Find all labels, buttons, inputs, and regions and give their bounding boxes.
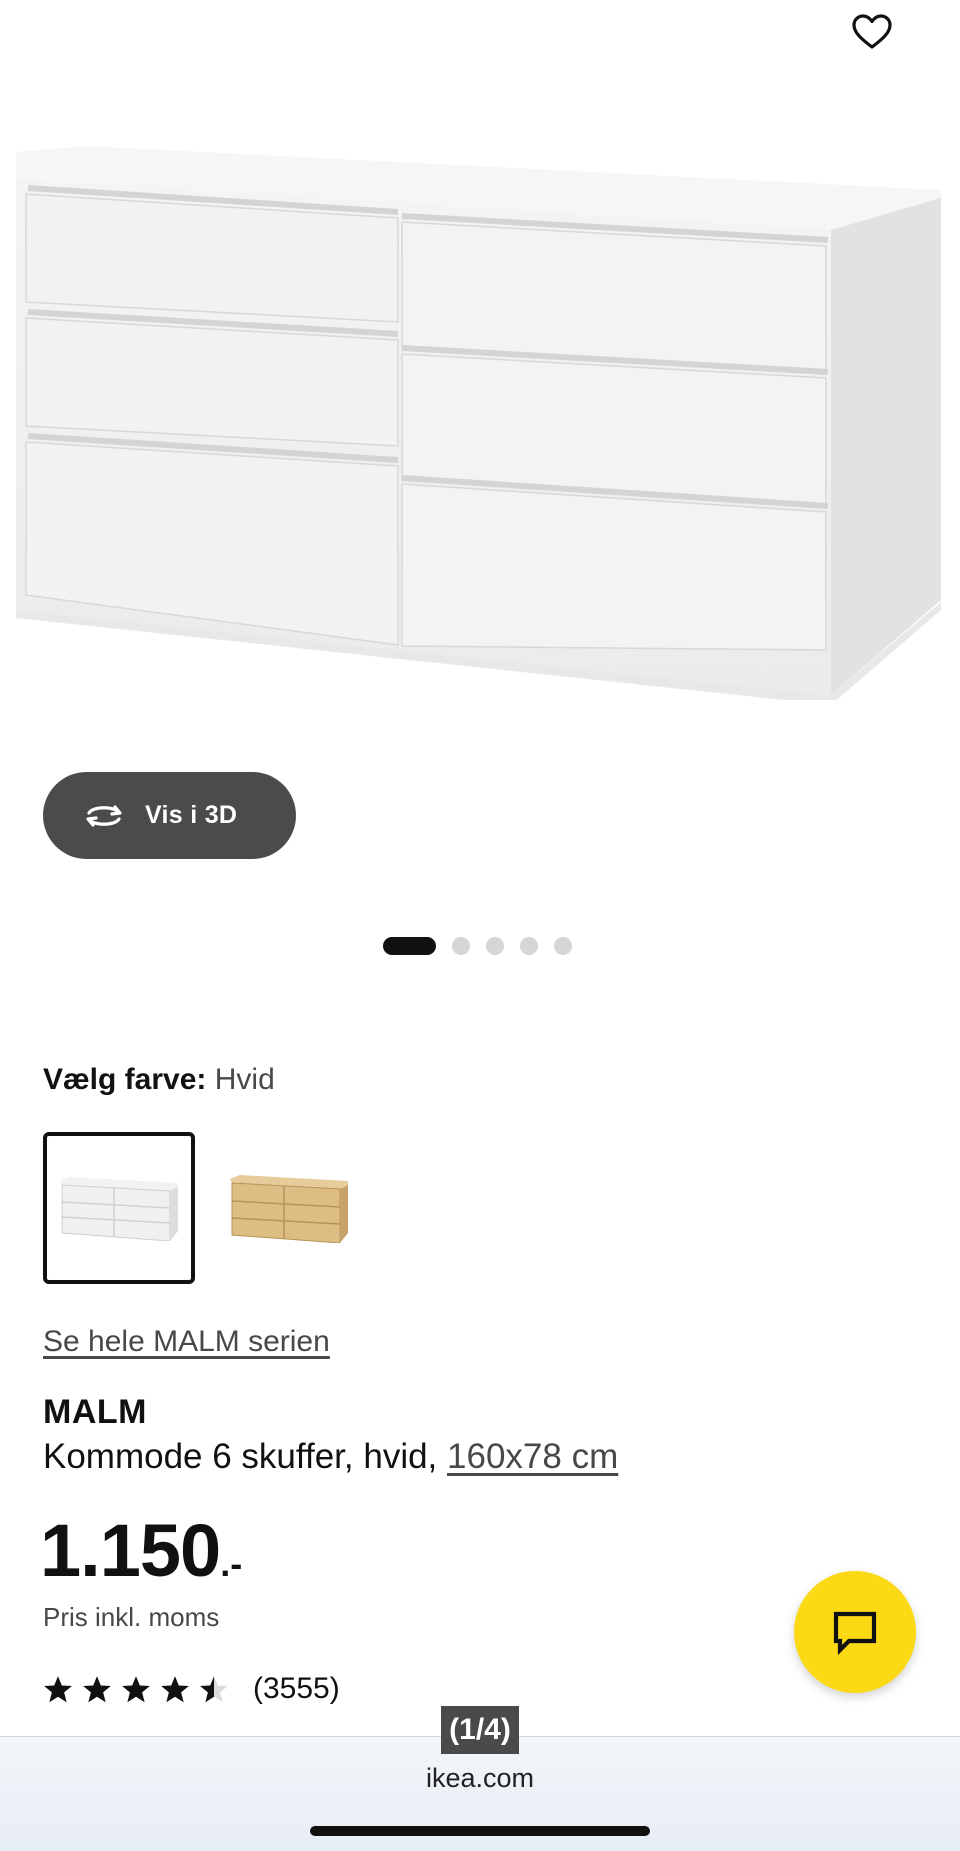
pagination-dot-active[interactable] (383, 937, 436, 955)
view-in-3d-button[interactable]: Vis i 3D (43, 772, 296, 859)
url-bar[interactable]: ikea.com (0, 1763, 960, 1794)
color-label: Vælg farve: (43, 1063, 207, 1096)
color-swatch-white[interactable] (43, 1132, 195, 1284)
gallery-pagination (383, 937, 572, 955)
color-swatch-oak[interactable] (213, 1132, 365, 1284)
product-description-text: Kommode 6 skuffer, hvid, (43, 1437, 448, 1476)
product-description: Kommode 6 skuffer, hvid, 160x78 cm (43, 1437, 618, 1477)
home-indicator[interactable] (310, 1826, 650, 1836)
chat-button[interactable] (794, 1571, 916, 1693)
rating-stars (43, 1675, 229, 1704)
dresser-image (16, 146, 941, 700)
color-picker-label: Vælg farve: Hvid (43, 1063, 275, 1097)
rating[interactable]: (3555) (43, 1672, 340, 1706)
product-name: MALM (43, 1393, 147, 1431)
product-price: 1.150 .- (40, 1508, 242, 1593)
star-icon (161, 1675, 189, 1702)
heart-icon (852, 14, 892, 49)
review-count: (3555) (253, 1672, 340, 1705)
pagination-dot[interactable] (520, 937, 538, 955)
star-icon (200, 1675, 228, 1702)
size-link[interactable]: 160x78 cm (447, 1437, 618, 1476)
price-note: Pris inkl. moms (43, 1602, 220, 1632)
product-image[interactable]: Vis i 3D (0, 0, 960, 859)
rotate-3d-icon (86, 804, 122, 827)
chat-icon (833, 1611, 877, 1655)
color-selected-value: Hvid (214, 1063, 275, 1096)
view-in-3d-label: Vis i 3D (145, 801, 238, 829)
favorite-button[interactable] (848, 8, 896, 56)
series-link[interactable]: Se hele MALM serien (43, 1325, 330, 1359)
swatch-white-image (60, 1177, 178, 1241)
pagination-dot[interactable] (554, 937, 572, 955)
pagination-dot[interactable] (452, 937, 470, 955)
star-icon (44, 1675, 72, 1702)
image-counter: (1/4) (441, 1706, 519, 1754)
star-icon (122, 1675, 150, 1702)
price-suffix: .- (220, 1543, 243, 1584)
pagination-dot[interactable] (486, 937, 504, 955)
star-icon (83, 1675, 111, 1702)
price-main: 1.150 (40, 1509, 221, 1592)
swatch-oak-image (230, 1175, 348, 1243)
